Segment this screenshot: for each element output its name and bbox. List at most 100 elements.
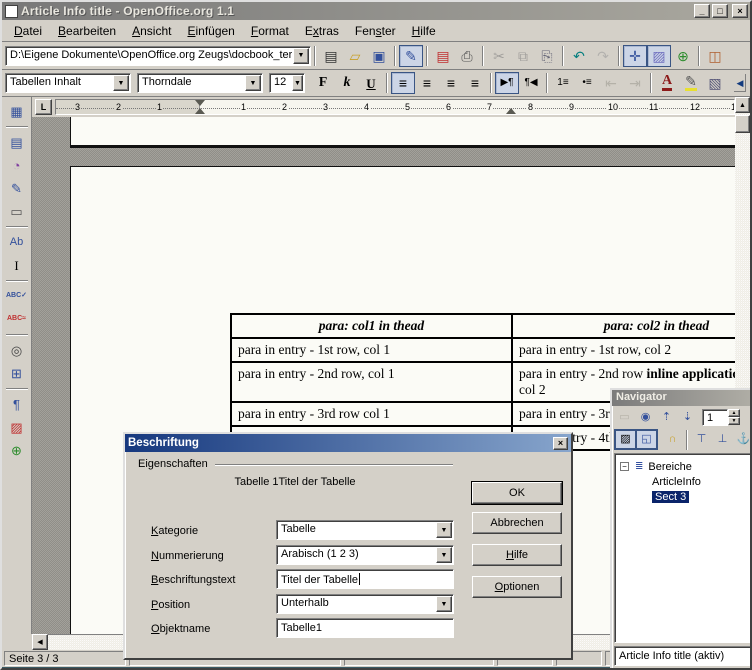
align-left-button[interactable]: ≡: [391, 72, 415, 94]
right-indent-marker[interactable]: [506, 108, 516, 114]
toggle-button[interactable]: ▭: [614, 408, 635, 427]
menu-fenster[interactable]: Fenster: [347, 21, 404, 41]
numbering-button[interactable]: 1≡: [551, 72, 575, 94]
paragraph-style-value[interactable]: Tabellen Inhalt: [6, 74, 112, 92]
font-name-combobox[interactable]: Thorndale ▼: [137, 73, 263, 93]
cancel-button[interactable]: Abbrechen: [472, 512, 562, 534]
left-indent-marker[interactable]: [195, 108, 205, 114]
auto-spellcheck-button[interactable]: ABC≈: [4, 308, 30, 331]
page-number-value[interactable]: 1: [702, 409, 728, 426]
content-view-button[interactable]: ◱: [636, 430, 657, 449]
url-input[interactable]: D:\Eigene Dokumente\OpenOffice.org Zeugs…: [6, 47, 292, 65]
align-center-button[interactable]: ≡: [415, 72, 439, 94]
save-button[interactable]: ▣: [367, 45, 391, 67]
minimize-button[interactable]: _: [694, 4, 710, 18]
navigation-button[interactable]: ◉: [635, 408, 656, 427]
scroll-up-arrow[interactable]: ▲: [735, 97, 750, 113]
nummerierung-combobox[interactable]: Arabisch (1 2 3) ▼: [276, 545, 454, 565]
beschriftungstext-input[interactable]: Titel der Tabelle: [276, 569, 454, 589]
spellcheck-button[interactable]: ABC✓: [4, 285, 30, 308]
right-to-left-button[interactable]: ¶◀: [519, 72, 543, 94]
close-button[interactable]: ×: [732, 4, 748, 18]
table-cell[interactable]: para in entry - 3rd row col 1: [231, 402, 512, 426]
bold-button[interactable]: F: [311, 72, 335, 94]
font-color-button[interactable]: A: [655, 72, 679, 94]
hyperlink-button[interactable]: ⊕: [671, 45, 695, 67]
tree-item-sect3[interactable]: Sect 3: [615, 489, 751, 504]
form-functions-button[interactable]: ▭: [4, 200, 30, 223]
redo-button[interactable]: ↷: [591, 45, 615, 67]
size-dropdown-button[interactable]: ▼: [292, 75, 303, 91]
edit-file-button[interactable]: ✎: [399, 45, 423, 67]
url-combobox[interactable]: D:\Eigene Dokumente\OpenOffice.org Zeugs…: [5, 46, 311, 66]
paste-button[interactable]: ⎘: [535, 45, 559, 67]
footer-button[interactable]: ⊥: [712, 430, 733, 449]
table-cell[interactable]: para in entry - 2nd row, col 1: [231, 362, 512, 402]
menu-einfuegen[interactable]: Einfügen: [179, 21, 242, 41]
kategorie-value[interactable]: Tabelle: [277, 521, 435, 539]
dialog-close-button[interactable]: ×: [553, 437, 568, 450]
new-document-button[interactable]: ▤: [319, 45, 343, 67]
table-header-cell[interactable]: para: col1 in thead: [231, 314, 512, 338]
insert-fields-button[interactable]: ▤: [4, 131, 30, 154]
style-dropdown-button[interactable]: ▼: [113, 75, 129, 91]
direct-cursor-button[interactable]: I: [4, 254, 30, 277]
font-size-value[interactable]: 12: [270, 74, 291, 92]
maximize-button[interactable]: □: [712, 4, 728, 18]
left-to-right-button[interactable]: ▶¶: [495, 72, 519, 94]
url-dropdown-button[interactable]: ▼: [293, 48, 309, 64]
stylist-button[interactable]: ▨: [647, 45, 671, 67]
options-button[interactable]: Optionen: [472, 576, 562, 598]
find-replace-button[interactable]: ◎: [4, 339, 30, 362]
print-button[interactable]: ⎙: [455, 45, 479, 67]
decrease-indent-button[interactable]: ⇤: [599, 72, 623, 94]
nonprinting-characters-button[interactable]: ¶: [4, 393, 30, 416]
page-number-spinner[interactable]: 1 ▲ ▼: [702, 409, 740, 426]
increase-indent-button[interactable]: ⇥: [623, 72, 647, 94]
previous-button[interactable]: ⇡: [656, 408, 677, 427]
navigator-document-selector[interactable]: Article Info title (aktiv): [614, 646, 752, 666]
italic-button[interactable]: k: [335, 72, 359, 94]
font-dropdown-button[interactable]: ▼: [245, 75, 261, 91]
kategorie-combobox[interactable]: Tabelle ▼: [276, 520, 454, 540]
help-button[interactable]: Hilfe: [472, 544, 562, 566]
autotext-button[interactable]: Ab: [4, 231, 30, 254]
kategorie-dropdown-button[interactable]: ▼: [436, 522, 452, 538]
position-dropdown-button[interactable]: ▼: [436, 596, 452, 612]
cut-button[interactable]: ✂: [487, 45, 511, 67]
navigator-button[interactable]: ✛: [623, 45, 647, 67]
open-button[interactable]: ▱: [343, 45, 367, 67]
navigator-tree[interactable]: − ≣ Bereiche ArticleInfo Sect 3: [614, 453, 752, 643]
nummerierung-value[interactable]: Arabisch (1 2 3): [277, 546, 435, 564]
anchor-text-button[interactable]: ⚓: [733, 430, 752, 449]
scroll-left-arrow[interactable]: ◀: [32, 634, 48, 650]
spin-down-button[interactable]: ▼: [728, 417, 740, 425]
copy-button[interactable]: ⧉: [511, 45, 535, 67]
menu-ansicht[interactable]: Ansicht: [124, 21, 179, 41]
highlighting-button[interactable]: ✎: [679, 72, 703, 94]
collapse-expander-icon[interactable]: −: [620, 462, 629, 471]
table-cell[interactable]: para in entry - 1st row, col 1: [231, 338, 512, 362]
nummerierung-dropdown-button[interactable]: ▼: [436, 547, 452, 563]
ok-button[interactable]: OK: [472, 482, 562, 504]
menu-extras[interactable]: Extras: [297, 21, 347, 41]
font-name-value[interactable]: Thorndale: [138, 74, 244, 92]
align-justify-button[interactable]: ≡: [463, 72, 487, 94]
menu-hilfe[interactable]: Hilfe: [404, 21, 444, 41]
position-combobox[interactable]: Unterhalb ▼: [276, 594, 454, 614]
menu-datei[interactable]: Datei: [6, 21, 50, 41]
data-sources-button[interactable]: ⊞: [4, 362, 30, 385]
background-color-button[interactable]: ▧: [703, 72, 727, 94]
next-button[interactable]: ⇣: [677, 408, 698, 427]
bullets-button[interactable]: •≡: [575, 72, 599, 94]
style-combobox[interactable]: Tabellen Inhalt ▼: [5, 73, 131, 93]
vertical-scroll-thumb[interactable]: [735, 115, 750, 133]
align-right-button[interactable]: ≡: [439, 72, 463, 94]
table-header-cell[interactable]: para: col2 in thead: [512, 314, 735, 338]
online-layout-button[interactable]: ⊕: [4, 439, 30, 462]
font-size-combobox[interactable]: 12 ▼: [269, 73, 305, 93]
ruler-strip[interactable]: 3 2 1 1 2 3 4 5 6 7 8 9 10 11: [55, 99, 735, 115]
insert-button[interactable]: ▦: [4, 100, 30, 123]
undo-button[interactable]: ↶: [567, 45, 591, 67]
graphics-onoff-button[interactable]: ▨: [4, 416, 30, 439]
